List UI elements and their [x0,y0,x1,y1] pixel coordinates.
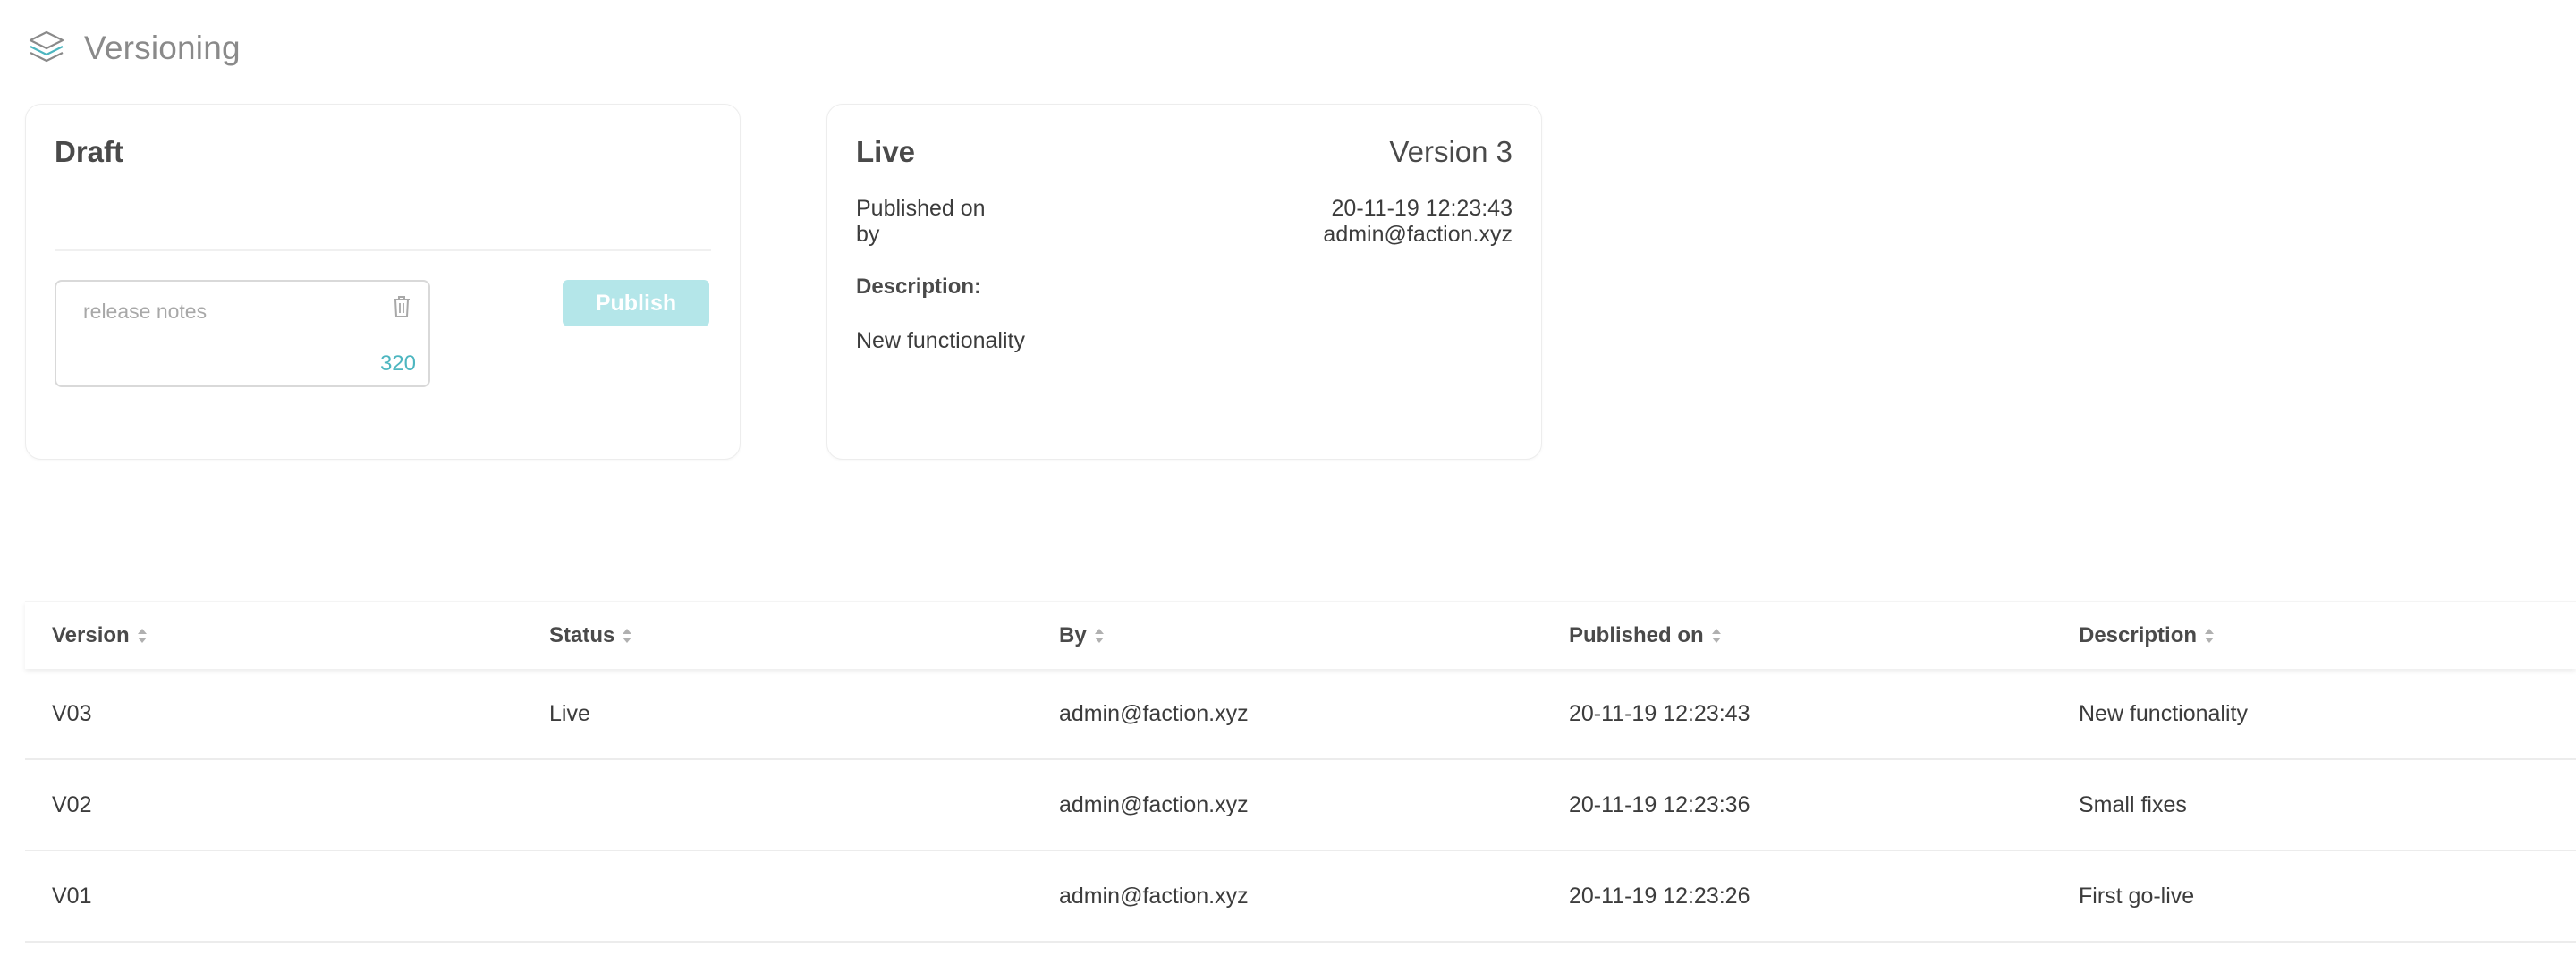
sort-icon[interactable] [137,627,148,645]
description-label: Description: [856,275,982,299]
cell-version: V03 [52,700,92,726]
cell-published-on: 20-11-19 12:23:43 [1569,700,1750,726]
draft-title: Draft [55,135,124,168]
table-row[interactable]: V01 admin@faction.xyz 20-11-19 12:23:26 … [25,851,2576,943]
cell-version: V01 [52,883,92,909]
published-on-value: 20-11-19 12:23:43 [1331,196,1513,221]
table-header: Version Status By Published on Descripti… [25,601,2576,669]
publish-button[interactable]: Publish [563,280,709,326]
column-header-published-on[interactable]: Published on [1569,623,1722,648]
sort-icon[interactable] [1711,627,1722,645]
column-label: Published on [1569,622,1704,647]
column-label: Version [52,622,130,647]
release-notes-placeholder: release notes [83,300,208,323]
release-notes-field[interactable]: release notes 320 [55,280,430,387]
cell-published-on: 20-11-19 12:23:36 [1569,791,1750,817]
page-header: Versioning [25,27,241,70]
cell-status: Live [549,700,590,726]
column-header-by[interactable]: By [1059,623,1105,648]
published-values: 20-11-19 12:23:43 admin@faction.xyz [1323,196,1513,248]
live-version: Version 3 [1389,135,1513,168]
sort-icon[interactable] [1094,627,1105,645]
layers-icon [25,27,68,70]
cell-description: New functionality [2079,700,2248,726]
table-row[interactable]: V03 Live admin@faction.xyz 20-11-19 12:2… [25,669,2576,760]
cell-version: V02 [52,791,92,817]
cell-published-on: 20-11-19 12:23:26 [1569,883,1750,909]
published-by-value: admin@faction.xyz [1323,222,1513,247]
live-title: Live [856,135,916,168]
column-header-version[interactable]: Version [52,623,148,648]
column-header-description[interactable]: Description [2079,623,2215,648]
cell-by: admin@faction.xyz [1059,791,1249,817]
sort-icon[interactable] [2204,627,2215,645]
live-card: Live Version 3 Published on by 20-11-19 … [826,104,1542,460]
cell-description: Small fixes [2079,791,2187,817]
cell-by: admin@faction.xyz [1059,883,1249,909]
published-on-label: Published on [856,196,986,221]
versioning-page: Versioning Draft release notes 320 Publi… [0,0,2576,964]
draft-divider [55,249,711,251]
column-label: Status [549,622,615,647]
cell-by: admin@faction.xyz [1059,700,1249,726]
sort-icon[interactable] [622,627,632,645]
description-value: New functionality [856,328,1025,353]
table-row[interactable]: V02 admin@faction.xyz 20-11-19 12:23:36 … [25,760,2576,851]
draft-card: Draft release notes 320 Publish [25,104,741,460]
release-notes-char-count: 320 [379,351,416,376]
published-labels: Published on by [856,196,986,248]
versions-table: Version Status By Published on Descripti… [25,601,2576,943]
cell-description: First go-live [2079,883,2195,909]
column-label: Description [2079,622,2198,647]
published-by-label: by [856,222,880,247]
page-title: Versioning [84,30,241,66]
column-header-status[interactable]: Status [549,623,632,648]
column-label: By [1059,622,1087,647]
trash-icon[interactable] [391,294,412,319]
